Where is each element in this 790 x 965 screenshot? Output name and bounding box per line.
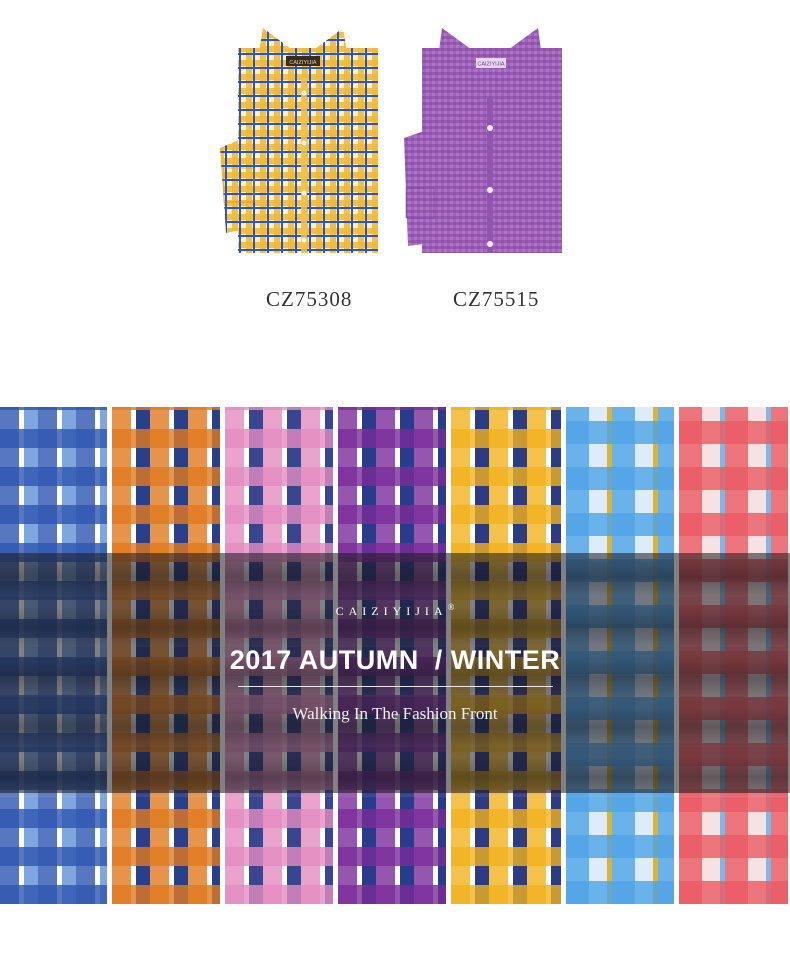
tagline: Walking In The Fashion Front <box>292 704 498 723</box>
brand-name: CAIZIYIJIA® <box>0 602 790 619</box>
season-headline: 2017 AUTUMN / WINTER <box>229 645 561 675</box>
product-shirt-2[interactable]: CAIZIYIJIA <box>402 18 572 254</box>
product-sku-2: CZ75515 <box>453 287 540 311</box>
registered-mark: ® <box>447 602 455 612</box>
svg-text:CAIZIYIJIA: CAIZIYIJIA <box>477 62 505 68</box>
svg-text:CAIZIYIJIA: CAIZIYIJIA <box>289 60 317 66</box>
headline-divider <box>238 686 553 687</box>
product-sku-1: CZ75308 <box>266 287 353 311</box>
purple-shirt-image: CAIZIYIJIA <box>404 28 562 253</box>
plaid-shirt-image: CAIZIYIJIA <box>220 28 378 253</box>
brand-text: CAIZIYIJIA <box>335 604 448 618</box>
product-shirt-1[interactable]: CAIZIYIJIA <box>218 18 388 254</box>
